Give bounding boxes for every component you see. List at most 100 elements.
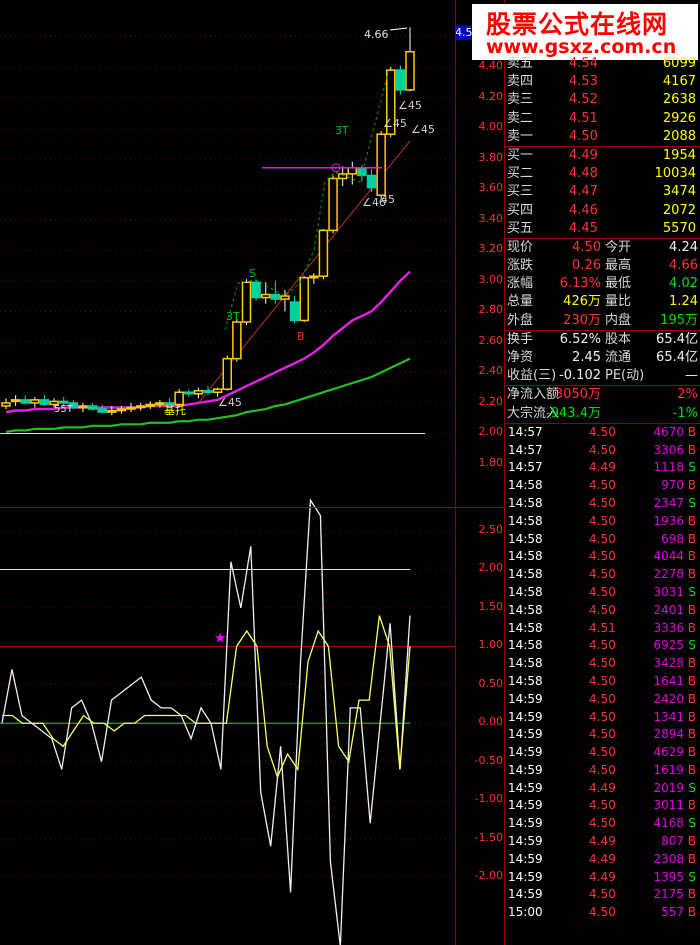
tick-list[interactable]: 14:57 4.50 4670 B 14:57 4.50 3306 B 14:57 4.49 111…	[505, 422, 700, 922]
stat-label: 流通	[605, 350, 632, 365]
flow-percent: -1%	[672, 405, 698, 421]
candle-body	[1, 402, 11, 407]
axis-tick-label: 2.60	[478, 333, 504, 347]
tick-volume: 698	[661, 531, 684, 546]
tick-time: 14:58	[508, 567, 543, 582]
tick-side: B	[687, 887, 696, 902]
candle-body	[357, 167, 367, 177]
axis-tick-label: 0.50	[478, 676, 504, 690]
stat-label: 内盘	[605, 312, 632, 328]
tick-price: 4.50	[589, 798, 616, 813]
tick-time: 15:00	[508, 905, 543, 920]
tick-side: B	[687, 424, 696, 439]
tick-side: B	[687, 656, 696, 671]
tick-volume: 4168	[653, 816, 684, 831]
tick-side: B	[687, 834, 696, 849]
tick-time: 14:59	[508, 727, 543, 742]
tick-row: 14:59 4.50 4168 S	[505, 815, 700, 833]
tick-volume: 4044	[653, 549, 684, 564]
ask-price: 4.54	[569, 56, 598, 71]
tick-volume: 807	[661, 834, 684, 849]
tick-side: B	[687, 478, 696, 493]
ask-label: 卖一	[507, 128, 534, 144]
axis-tick-label: 2.00	[478, 425, 504, 439]
tick-row: 14:59 4.50 2894 B	[505, 726, 700, 744]
tick-price: 4.50	[589, 495, 616, 510]
marker-label: S	[249, 267, 256, 280]
stat-value: 2.45	[572, 350, 601, 365]
tick-volume: 1395	[653, 869, 684, 884]
tick-price: 4.50	[589, 567, 616, 582]
stat-value: 195万	[660, 312, 698, 328]
ask-row: 卖二 4.51 2926	[505, 110, 700, 128]
flow-value: -943.4万	[546, 405, 601, 421]
tick-row: 14:58 4.50 2347 S	[505, 495, 700, 513]
tick-volume: 2420	[653, 691, 684, 706]
tick-volume: 2308	[653, 851, 684, 866]
ask-label: 卖二	[507, 110, 534, 126]
stat-value: -0.102	[559, 368, 601, 384]
bid-volume: 5570	[662, 220, 696, 236]
stat-label: 股本	[605, 331, 632, 347]
angle-label: 45	[381, 193, 395, 206]
tick-price: 4.50	[589, 478, 616, 493]
bid-label: 买五	[507, 220, 534, 236]
tick-side: B	[687, 549, 696, 564]
tick-price: 4.51	[589, 620, 616, 635]
tick-row: 14:59 4.50 1341 B	[505, 709, 700, 727]
stat-value: 65.4亿	[656, 350, 698, 365]
candle-body	[251, 281, 261, 299]
tick-volume: 2019	[653, 780, 684, 795]
tick-time: 14:59	[508, 887, 543, 902]
stat-value: 1.24	[669, 294, 698, 310]
candle-body	[376, 133, 386, 197]
kline-chart[interactable]: 4.66∠45∠45 ∠45∠4645∠453TS3TB55T 基托 ★	[0, 0, 456, 945]
tick-side: B	[687, 851, 696, 866]
stat-row: 净资 2.45 流通 65.4亿	[505, 349, 700, 367]
bid-levels: 买一 4.49 1954 买二 4.48 10034 买三 4.47 3474 买四 4.46 207…	[505, 145, 700, 238]
quote-panel: 卖五 4.54 6099 卖四 4.53 4167 卖三 4.52 2638 卖二 4.51 2926…	[505, 55, 700, 945]
angle-label: ∠45	[383, 117, 407, 130]
axis-tick-label: -1.50	[474, 830, 503, 844]
stats-block-2: 换手 6.52% 股本 65.4亿 净资 2.45 流通 65.4亿 收益(三) -0.102 PE…	[505, 329, 700, 386]
tick-time: 14:58	[508, 513, 543, 528]
marker-label: B	[297, 330, 305, 343]
candle-body	[299, 276, 309, 322]
tick-price: 4.50	[589, 656, 616, 671]
stat-row: 涨跌 0.26 最高 4.66	[505, 257, 700, 275]
bid-volume: 2072	[662, 202, 696, 218]
stat-label: 最高	[605, 258, 632, 274]
candle-body	[318, 229, 329, 277]
tick-price: 4.50	[589, 905, 616, 920]
axis-tick-label: 4.00	[478, 120, 504, 134]
candle-body	[78, 405, 88, 409]
candle-body	[212, 388, 223, 393]
axis-tick-label: 2.50	[478, 523, 504, 536]
tick-time: 14:58	[508, 602, 543, 617]
tick-row: 14:59 4.50 3011 B	[505, 797, 700, 815]
tick-volume: 4629	[653, 745, 684, 760]
stat-value: —	[685, 368, 698, 384]
tick-price: 4.50	[589, 691, 616, 706]
tick-time: 14:57	[508, 460, 543, 475]
current-price-tag: 4.5	[455, 26, 473, 40]
axis-tick-label: -0.50	[474, 753, 503, 767]
tick-row: 14:59 4.50 4629 B	[505, 744, 700, 762]
ask-volume: 2926	[662, 110, 696, 126]
candle-body	[126, 406, 136, 410]
tick-time: 14:57	[508, 442, 543, 457]
tick-price: 4.50	[589, 602, 616, 617]
bid-volume: 3474	[662, 184, 696, 200]
tick-side: B	[687, 709, 696, 724]
tick-price: 4.49	[589, 834, 616, 849]
tick-side: B	[687, 513, 696, 528]
tick-volume: 2347	[653, 495, 684, 510]
tick-time: 14:58	[508, 584, 543, 599]
candle-body	[174, 391, 184, 406]
tick-row: 14:59 4.50 1619 B	[505, 762, 700, 780]
stat-row: 总量 426万 量比 1.24	[505, 293, 700, 311]
ask-volume: 6099	[662, 56, 696, 71]
tick-side: S	[688, 495, 696, 510]
tick-volume: 557	[661, 905, 684, 920]
stat-label: PE(动)	[605, 368, 645, 384]
